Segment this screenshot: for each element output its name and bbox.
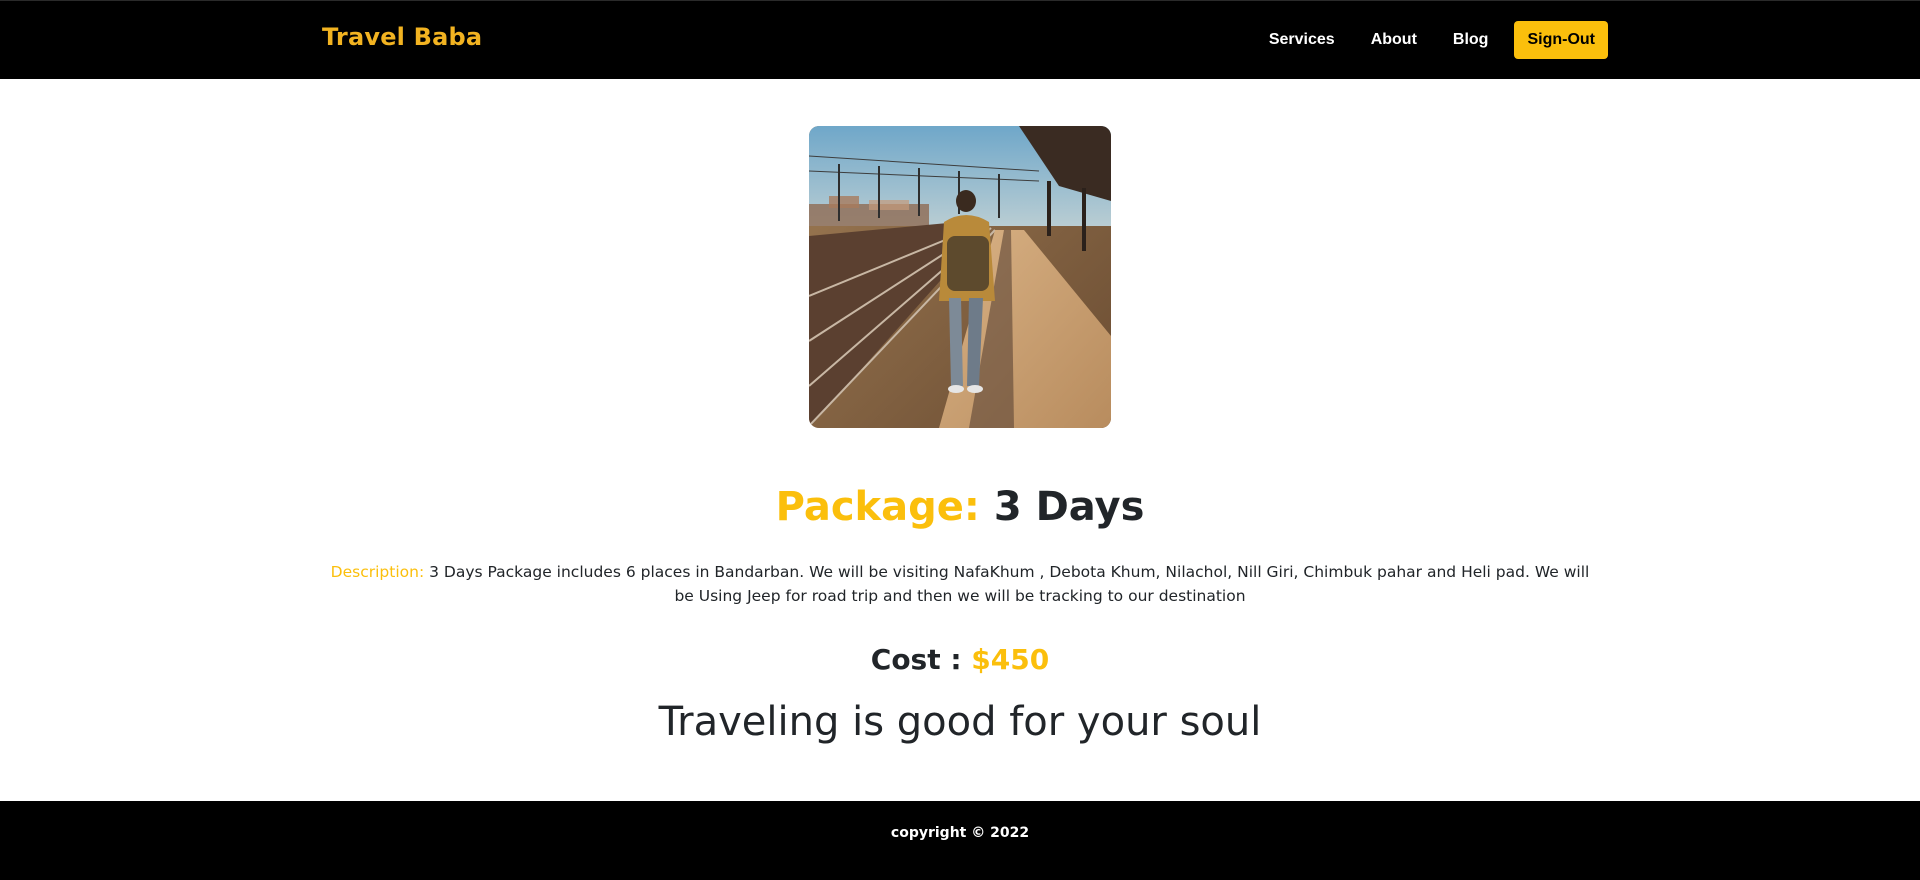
copyright-text: copyright © 2022 xyxy=(890,825,1030,841)
nav-link-about[interactable]: About xyxy=(1371,31,1417,49)
package-title: Package: 3 Days xyxy=(0,479,1920,535)
tagline: Traveling is good for your soul xyxy=(658,699,1262,745)
package-image xyxy=(809,126,1111,428)
package-cost: Cost : $450 xyxy=(0,640,1920,680)
nav-link-blog[interactable]: Blog xyxy=(1453,31,1489,49)
package-title-label: Package: xyxy=(775,484,980,531)
cost-value: $450 xyxy=(971,643,1050,676)
package-description: Description: 3 Days Package includes 6 p… xyxy=(322,560,1598,608)
brand-logo[interactable]: Travel Baba xyxy=(322,23,482,51)
nav-links: Services About Blog Sign-Out xyxy=(1269,21,1608,59)
nav-link-services[interactable]: Services xyxy=(1269,31,1335,49)
sign-out-button[interactable]: Sign-Out xyxy=(1514,21,1608,59)
navbar: Travel Baba Services About Blog Sign-Out xyxy=(0,0,1920,79)
description-label: Description: xyxy=(330,562,425,581)
package-title-value: 3 Days xyxy=(993,484,1145,531)
description-text: 3 Days Package includes 6 places in Band… xyxy=(429,562,1590,605)
cost-label: Cost : xyxy=(870,643,962,676)
traveler-photo-icon xyxy=(809,126,1111,428)
footer: copyright © 2022 xyxy=(0,801,1920,880)
